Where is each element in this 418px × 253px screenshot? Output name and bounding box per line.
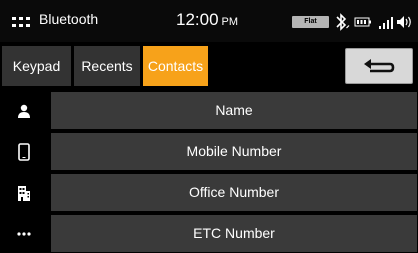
- bluetooth-icon: [336, 13, 350, 31]
- mobile-number-row[interactable]: Mobile Number: [0, 133, 418, 170]
- name-field[interactable]: Name: [51, 92, 417, 129]
- tab-bar: Keypad Recents Contacts: [0, 44, 418, 88]
- back-arrow-icon: [364, 59, 395, 73]
- signal-icon: [379, 17, 393, 29]
- etc-number-field[interactable]: ETC Number: [51, 215, 417, 252]
- mobile-number-field[interactable]: Mobile Number: [51, 133, 417, 170]
- office-building-icon: [0, 174, 48, 211]
- tab-recents[interactable]: Recents: [74, 46, 140, 86]
- etc-number-row[interactable]: ETC Number: [0, 215, 418, 252]
- status-bar: Bluetooth 12:00 PM Flat: [0, 0, 418, 42]
- status-title: Bluetooth: [39, 11, 99, 27]
- more-dots-icon: [0, 215, 48, 252]
- back-button[interactable]: [345, 48, 413, 84]
- clock-time: 12:00: [176, 10, 219, 29]
- name-row[interactable]: Name: [0, 92, 418, 129]
- clock-ampm: PM: [221, 16, 239, 28]
- clock: 12:00 PM: [176, 10, 238, 30]
- person-icon: [0, 92, 48, 129]
- tab-keypad[interactable]: Keypad: [2, 46, 71, 86]
- battery-icon: [354, 17, 371, 27]
- apps-icon[interactable]: [12, 17, 30, 28]
- mobile-phone-icon: [0, 133, 48, 170]
- flat-badge: Flat: [292, 16, 329, 28]
- tab-contacts[interactable]: Contacts: [143, 46, 208, 86]
- office-number-row[interactable]: Office Number: [0, 174, 418, 211]
- volume-icon: [397, 16, 411, 28]
- status-icons: [336, 13, 411, 31]
- office-number-field[interactable]: Office Number: [51, 174, 417, 211]
